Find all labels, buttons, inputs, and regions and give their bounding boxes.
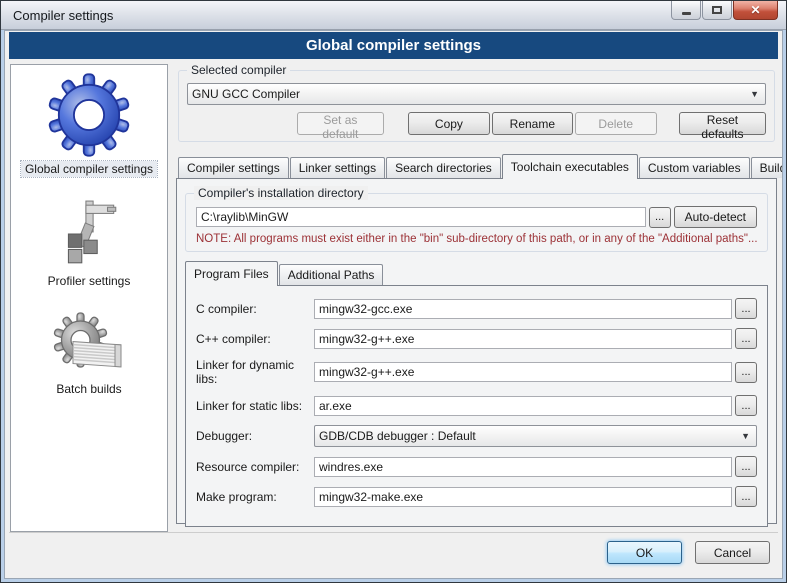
compiler-settings-dialog: Compiler settings ✕ Global compiler sett…	[0, 0, 787, 583]
installation-directory-group-label: Compiler's installation directory	[194, 186, 368, 200]
sidebar-item-label: Profiler settings	[44, 273, 135, 289]
minimize-button[interactable]	[671, 1, 701, 20]
tab-build-options[interactable]: Build options	[751, 157, 783, 178]
static-linker-browse-button[interactable]: ...	[735, 395, 757, 416]
blue-gear-icon	[47, 73, 131, 157]
tab-toolchain-executables[interactable]: Toolchain executables	[502, 154, 638, 179]
dynamic-linker-browse-button[interactable]: ...	[735, 362, 757, 383]
selected-compiler-dropdown[interactable]: GNU GCC Compiler ▼	[187, 83, 766, 105]
reset-defaults-button[interactable]: Reset defaults	[679, 112, 766, 135]
resource-compiler-row: Resource compiler: ...	[196, 456, 757, 477]
dynamic-linker-label: Linker for dynamic libs:	[196, 358, 314, 386]
selected-compiler-group-label: Selected compiler	[187, 63, 290, 77]
dynamic-linker-input[interactable]	[314, 362, 732, 382]
ok-button[interactable]: OK	[607, 541, 682, 564]
sidebar-item-label: Batch builds	[52, 381, 125, 397]
close-button[interactable]: ✕	[733, 1, 778, 20]
cpp-compiler-row: C++ compiler: ...	[196, 328, 757, 349]
program-files-panel: C compiler: ... C++ compiler: ... Linker…	[185, 285, 768, 527]
installation-directory-row: ... Auto-detect	[196, 206, 757, 228]
tab-linker-settings[interactable]: Linker settings	[290, 157, 385, 178]
cpp-compiler-browse-button[interactable]: ...	[735, 328, 757, 349]
selected-compiler-group: Selected compiler GNU GCC Compiler ▼ Set…	[178, 70, 775, 142]
rename-button[interactable]: Rename	[492, 112, 574, 135]
debugger-value: GDB/CDB debugger : Default	[319, 429, 739, 443]
copy-button[interactable]: Copy	[408, 112, 490, 135]
c-compiler-browse-button[interactable]: ...	[735, 298, 757, 319]
delete-button[interactable]: Delete	[575, 112, 657, 135]
tab-custom-variables[interactable]: Custom variables	[639, 157, 750, 178]
static-linker-row: Linker for static libs: ...	[196, 395, 757, 416]
minimize-icon	[682, 12, 691, 15]
make-program-row: Make program: ...	[196, 486, 757, 507]
sidebar-item-batch-builds[interactable]: Batch builds	[51, 311, 127, 397]
c-compiler-label: C compiler:	[196, 302, 314, 316]
program-tabs: Program Files Additional Paths	[185, 262, 768, 285]
c-compiler-input[interactable]	[314, 299, 732, 319]
gray-gear-papers-icon	[51, 311, 127, 377]
tab-search-directories[interactable]: Search directories	[386, 157, 501, 178]
maximize-button[interactable]	[702, 1, 732, 20]
sidebar-item-global-compiler-settings[interactable]: Global compiler settings	[21, 73, 157, 177]
c-compiler-row: C compiler: ...	[196, 298, 757, 319]
window-controls: ✕	[670, 1, 778, 20]
cancel-button[interactable]: Cancel	[695, 541, 770, 564]
bin-subdirectory-note: NOTE: All programs must exist either in …	[196, 233, 757, 245]
debugger-row: Debugger: GDB/CDB debugger : Default ▼	[196, 425, 757, 447]
installation-directory-group: Compiler's installation directory ... Au…	[185, 193, 768, 252]
caliper-icon	[56, 199, 122, 269]
dialog-body: Global compiler settings	[4, 30, 783, 579]
resource-compiler-browse-button[interactable]: ...	[735, 456, 757, 477]
browse-directory-button[interactable]: ...	[649, 207, 671, 228]
resource-compiler-label: Resource compiler:	[196, 460, 314, 474]
set-as-default-button[interactable]: Set as default	[297, 112, 384, 135]
title-bar[interactable]: Compiler settings ✕	[1, 1, 786, 30]
auto-detect-button[interactable]: Auto-detect	[674, 206, 757, 228]
compiler-tabs: Compiler settings Linker settings Search…	[178, 153, 775, 178]
make-program-input[interactable]	[314, 487, 732, 507]
close-icon: ✕	[750, 3, 760, 17]
debugger-label: Debugger:	[196, 429, 314, 443]
window-title: Compiler settings	[1, 8, 113, 23]
installation-directory-input[interactable]	[196, 207, 646, 227]
cpp-compiler-label: C++ compiler:	[196, 332, 314, 346]
static-linker-input[interactable]	[314, 396, 732, 416]
tab-program-files[interactable]: Program Files	[185, 261, 278, 286]
maximize-icon	[712, 6, 722, 14]
static-linker-label: Linker for static libs:	[196, 399, 314, 413]
make-program-label: Make program:	[196, 490, 314, 504]
page-header: Global compiler settings	[9, 32, 778, 59]
content-area: Global compiler settings	[5, 59, 782, 524]
tab-additional-paths[interactable]: Additional Paths	[279, 264, 384, 285]
cpp-compiler-input[interactable]	[314, 329, 732, 349]
toolchain-executables-panel: Compiler's installation directory ... Au…	[176, 178, 777, 524]
settings-category-list: Global compiler settings	[10, 64, 168, 532]
sidebar-item-profiler-settings[interactable]: Profiler settings	[44, 199, 135, 289]
sidebar-item-label: Global compiler settings	[21, 161, 157, 177]
page-title: Global compiler settings	[306, 37, 481, 54]
make-program-browse-button[interactable]: ...	[735, 486, 757, 507]
tab-compiler-settings[interactable]: Compiler settings	[178, 157, 289, 178]
compiler-action-buttons: Set as default Copy Rename Delete Reset …	[187, 112, 766, 135]
debugger-dropdown[interactable]: GDB/CDB debugger : Default ▼	[314, 425, 757, 447]
resource-compiler-input[interactable]	[314, 457, 732, 477]
chevron-down-icon: ▼	[739, 431, 752, 441]
dialog-footer: OK Cancel	[9, 532, 778, 578]
main-panel: Selected compiler GNU GCC Compiler ▼ Set…	[176, 64, 777, 524]
dynamic-linker-row: Linker for dynamic libs: ...	[196, 358, 757, 386]
selected-compiler-value: GNU GCC Compiler	[192, 87, 748, 101]
chevron-down-icon: ▼	[748, 89, 761, 99]
